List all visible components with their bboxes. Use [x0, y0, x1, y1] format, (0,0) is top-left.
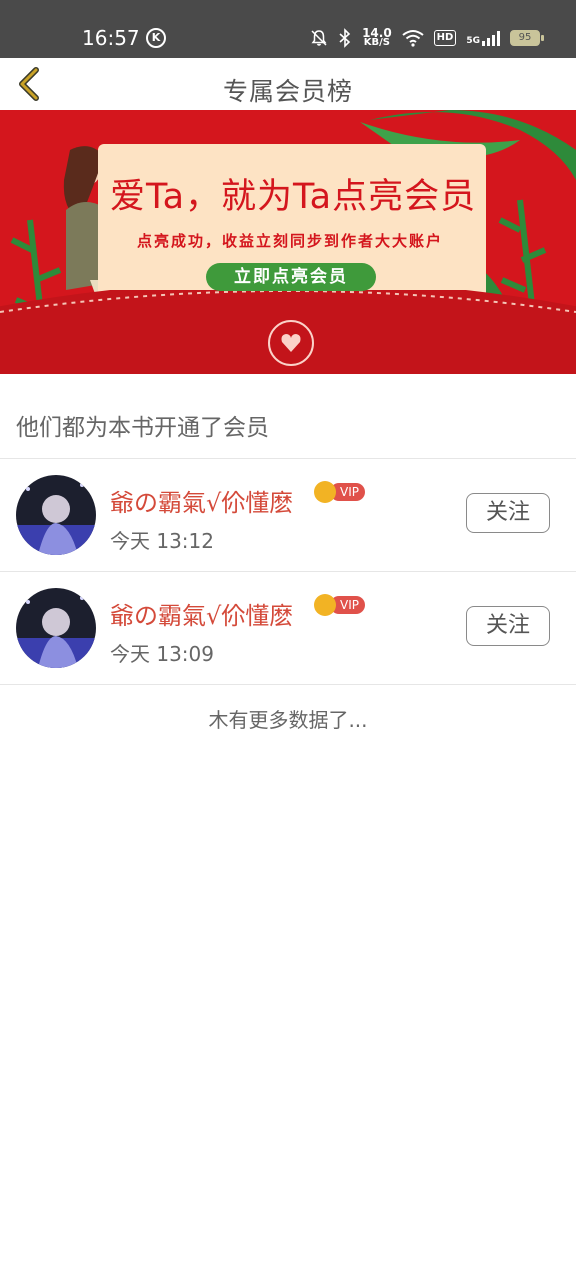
section-title: 他们都为本书开通了会员: [16, 415, 269, 441]
status-time: 16:57: [82, 26, 140, 50]
signal-bars: [482, 30, 500, 46]
member-name[interactable]: 爺の霸氣√伱懂麽: [110, 483, 293, 518]
hd-badge: HD: [433, 30, 457, 46]
member-time: 今天 13:09: [110, 642, 214, 666]
crown-icon: [314, 594, 336, 616]
member-name[interactable]: 爺の霸氣√伱懂麽: [110, 596, 293, 631]
divider: [0, 684, 576, 685]
vip-badge: VIP: [314, 481, 365, 503]
k-badge-icon: K: [146, 28, 166, 48]
banner-cta-button[interactable]: 立即点亮会员: [206, 263, 376, 291]
battery-icon: 95: [510, 30, 544, 46]
member-time: 今天 13:12: [110, 529, 214, 553]
mute-bell-icon: [311, 30, 327, 46]
heart-seal-icon: [268, 320, 314, 366]
crown-icon: [314, 481, 336, 503]
status-bar: 16:57 K 14.0 KB/S HD 5G 95: [0, 0, 576, 58]
promo-banner[interactable]: 爱Ta，就为Ta点亮会员 点亮成功，收益立刻同步到作者大大账户 立即点亮会员: [0, 110, 576, 374]
banner-subtitle: 点亮成功，收益立刻同步到作者大大账户: [137, 232, 444, 250]
wifi-icon: [402, 30, 424, 47]
banner-headline: 爱Ta，就为Ta点亮会员: [110, 177, 477, 217]
status-icons: 14.0 KB/S HD 5G 95: [310, 26, 544, 50]
bluetooth-icon: [339, 28, 351, 48]
vip-badge: VIP: [314, 594, 365, 616]
follow-button[interactable]: 关注: [466, 606, 550, 646]
net-speed-unit: KB/S: [363, 37, 390, 48]
app-header: 专属会员榜: [0, 58, 576, 110]
follow-button[interactable]: 关注: [466, 493, 550, 533]
avatar[interactable]: [16, 475, 96, 555]
member-row[interactable]: 爺の霸氣√伱懂麽 VIP 今天 13:09 关注: [0, 572, 576, 684]
signal-icon: 5G: [466, 30, 500, 46]
avatar[interactable]: [16, 588, 96, 668]
network-type: 5G: [466, 36, 480, 46]
page-title: 专属会员榜: [222, 77, 353, 106]
net-speed: 14.0 KB/S: [362, 27, 392, 48]
no-more-text: 木有更多数据了...: [208, 708, 368, 732]
member-row[interactable]: 爺の霸氣√伱懂麽 VIP 今天 13:12 关注: [0, 459, 576, 571]
